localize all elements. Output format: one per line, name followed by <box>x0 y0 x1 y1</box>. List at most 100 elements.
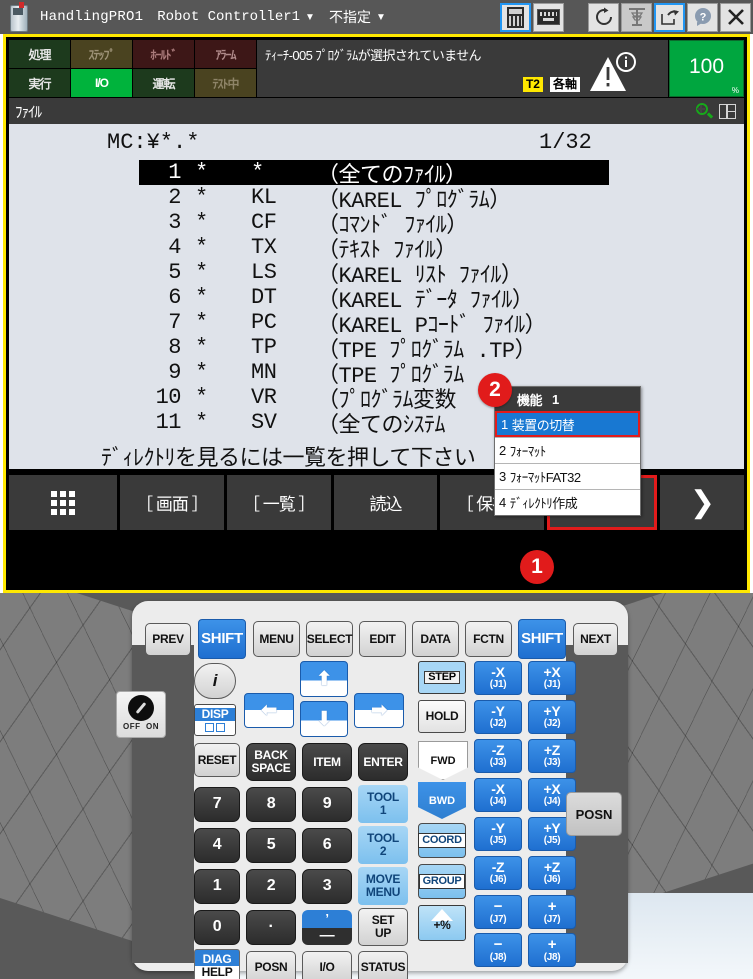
mode-dropdown-chevron-down-icon[interactable]: ▼ <box>376 12 386 23</box>
key-hold[interactable]: HOLD <box>418 700 466 733</box>
jog-joint: (J7) <box>543 913 561 925</box>
key-jog-plus-z-j6[interactable]: +Z (J6) <box>528 856 576 890</box>
key-num-9[interactable]: 9 <box>302 787 352 822</box>
reset-button[interactable] <box>588 2 619 32</box>
key-arrow-right[interactable]: ➡ <box>354 693 404 728</box>
menu-item-create-directory[interactable]: 4 ﾃﾞｨﾚｸﾄﾘ作成 <box>495 489 640 515</box>
key-num-0[interactable]: 0 <box>194 910 240 945</box>
key-tool-1[interactable]: TOOL 1 <box>358 785 408 823</box>
key-num-4[interactable]: 4 <box>194 828 240 863</box>
key-shift-right[interactable]: SHIFT <box>518 619 566 659</box>
key-jog-minus-j7[interactable]: − (J7) <box>474 895 522 929</box>
jog-sign: +Z <box>543 859 561 876</box>
key-num-3[interactable]: 3 <box>302 869 352 904</box>
mode-selector-label[interactable]: 不指定 <box>329 7 371 27</box>
list-button[interactable]: ［ 一覧 ］ <box>226 475 331 530</box>
controller-name[interactable]: Robot Controller1 <box>157 9 300 25</box>
jog-sign: + <box>547 897 557 915</box>
zoom-in-icon[interactable] <box>696 102 714 120</box>
arrow-right-icon: ➡ <box>371 700 387 721</box>
close-button[interactable] <box>720 2 751 32</box>
key-edit[interactable]: EDIT <box>359 621 406 657</box>
key-next[interactable]: NEXT <box>573 623 618 656</box>
status-message-area: ﾃｨｰﾁ-005 ﾌﾟﾛｸﾞﾗﾑが選択されていません T2 各軸 <box>257 40 668 97</box>
menu-item-format-fat32[interactable]: 3 ﾌｫｰﾏｯﾄFAT32 <box>495 463 640 489</box>
power-dial-switch[interactable]: OFF ON <box>116 691 166 738</box>
key-jog-plus-y-j2[interactable]: +Y (J2) <box>528 700 576 734</box>
key-jog-minus-z-j6[interactable]: -Z (J6) <box>474 856 522 890</box>
menu-item-format[interactable]: 2 ﾌｫｰﾏｯﾄ <box>495 437 640 463</box>
keyboard-view-button[interactable] <box>533 2 564 32</box>
key-jog-minus-j8[interactable]: − (J8) <box>474 933 522 967</box>
key-jog-plus-j8[interactable]: + (J8) <box>528 933 576 967</box>
menu-item-device-switch[interactable]: 1 装置の切替 <box>495 411 640 437</box>
key-fctn[interactable]: FCTN <box>465 621 512 657</box>
screen-button[interactable]: ［ 画面 ］ <box>120 475 224 530</box>
key-jog-minus-z-j3[interactable]: -Z (J3) <box>474 739 522 773</box>
key-num-7[interactable]: 7 <box>194 787 240 822</box>
key-speed-up[interactable]: +% <box>418 905 466 941</box>
menu-item-number: 1 <box>501 416 508 432</box>
menu-grid-button[interactable] <box>9 475 117 530</box>
key-num-6[interactable]: 6 <box>302 828 352 863</box>
key-data[interactable]: DATA <box>412 621 459 657</box>
key-slash-minus[interactable]: ’ ― <box>302 910 352 945</box>
key-backspace[interactable]: BACK SPACE <box>246 743 296 781</box>
key-jog-plus-z-j3[interactable]: +Z (J3) <box>528 739 576 773</box>
key-jog-minus-y-j2[interactable]: -Y (J2) <box>474 700 522 734</box>
jog-sign: − <box>493 935 503 953</box>
key-jog-minus-x-j1[interactable]: -X (J1) <box>474 661 522 695</box>
key-jog-minus-y-j5[interactable]: -Y (J5) <box>474 817 522 851</box>
key-tool-2[interactable]: TOOL 2 <box>358 826 408 864</box>
key-jog-plus-x-j1[interactable]: +X (J1) <box>528 661 576 695</box>
key-menu[interactable]: MENU <box>253 621 300 657</box>
key-dot[interactable]: · <box>246 910 296 945</box>
key-arrow-up[interactable]: ⬆ <box>300 661 348 697</box>
key-info[interactable]: i <box>194 663 236 699</box>
key-diag-help[interactable]: DIAG HELP <box>194 949 240 979</box>
external-window-button[interactable] <box>654 2 685 32</box>
key-move-menu[interactable]: MOVE MENU <box>358 867 408 905</box>
key-coord[interactable]: COORD <box>418 823 466 858</box>
key-group[interactable]: GROUP <box>418 864 466 899</box>
key-num-1[interactable]: 1 <box>194 869 240 904</box>
pendant-view-button[interactable] <box>500 2 531 32</box>
key-item[interactable]: ITEM <box>302 743 352 781</box>
side-posn-button[interactable]: POSN <box>566 792 622 836</box>
row-name: * <box>195 410 208 435</box>
key-jog-minus-x-j4[interactable]: -X (J4) <box>474 778 522 812</box>
row-index: 7 <box>168 310 181 335</box>
key-fwd[interactable]: FWD <box>418 741 468 780</box>
key-enter[interactable]: ENTER <box>358 743 408 781</box>
key-select[interactable]: SELECT <box>306 621 353 657</box>
key-num-5[interactable]: 5 <box>246 828 296 863</box>
load-button[interactable]: 読込 <box>333 475 438 530</box>
jog-joint: (J2) <box>489 718 507 730</box>
key-shift-left[interactable]: SHIFT <box>198 619 246 659</box>
key-group-label: GROUP <box>418 873 466 890</box>
row-ext: TP <box>251 335 277 360</box>
split-view-icon[interactable] <box>719 103 736 119</box>
key-disp[interactable]: DISP <box>194 704 236 736</box>
key-bwd[interactable]: BWD <box>418 782 466 819</box>
key-step[interactable]: STEP <box>418 661 466 694</box>
row-ext: KL <box>251 185 277 210</box>
next-page-button[interactable]: ❯ <box>659 475 744 530</box>
key-jog-plus-j7[interactable]: + (J7) <box>528 895 576 929</box>
help-button[interactable]: ? <box>687 2 718 32</box>
robot-button[interactable] <box>621 2 652 32</box>
key-prev[interactable]: PREV <box>145 623 191 656</box>
external-window-icon <box>660 10 679 25</box>
key-num-2[interactable]: 2 <box>246 869 296 904</box>
key-status[interactable]: STATUS <box>358 951 408 979</box>
key-setup[interactable]: SET UP <box>358 908 408 946</box>
key-num-8[interactable]: 8 <box>246 787 296 822</box>
key-disp-label: DISP <box>195 707 235 721</box>
key-reset[interactable]: RESET <box>194 743 240 777</box>
key-arrow-left[interactable]: ⬅ <box>244 693 294 728</box>
key-io[interactable]: I/O <box>302 951 352 979</box>
key-arrow-down[interactable]: ⬇ <box>300 701 348 737</box>
row-ext: PC <box>251 310 277 335</box>
key-posn[interactable]: POSN <box>246 951 296 979</box>
controller-dropdown-chevron-down-icon[interactable]: ▼ <box>305 12 315 23</box>
